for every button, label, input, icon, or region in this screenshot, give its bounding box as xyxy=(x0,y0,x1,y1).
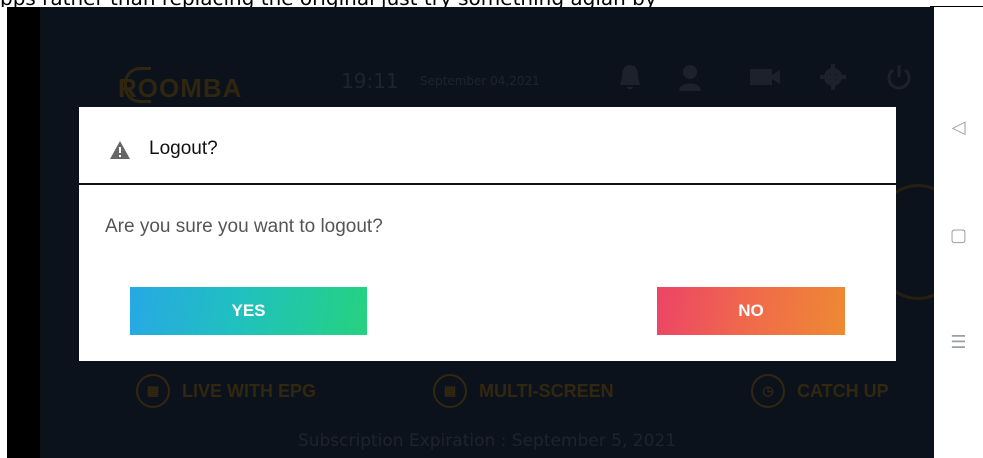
yes-button[interactable]: YES xyxy=(130,287,367,335)
logout-dialog: Logout? Are you sure you want to logout?… xyxy=(79,107,896,361)
android-nav-bar: ◁ ▢ ☰ xyxy=(934,7,983,458)
warning-icon xyxy=(110,141,130,159)
no-button[interactable]: NO xyxy=(657,287,845,335)
dialog-header: Logout? xyxy=(79,107,896,185)
home-icon[interactable]: ▢ xyxy=(934,225,983,246)
left-black-bar xyxy=(7,7,40,458)
back-icon[interactable]: ◁ xyxy=(934,117,983,138)
dialog-title: Logout? xyxy=(149,138,218,159)
left-margin xyxy=(0,7,7,458)
menu-icon[interactable]: ☰ xyxy=(934,332,983,353)
dialog-message: Are you sure you want to logout? xyxy=(105,216,383,237)
